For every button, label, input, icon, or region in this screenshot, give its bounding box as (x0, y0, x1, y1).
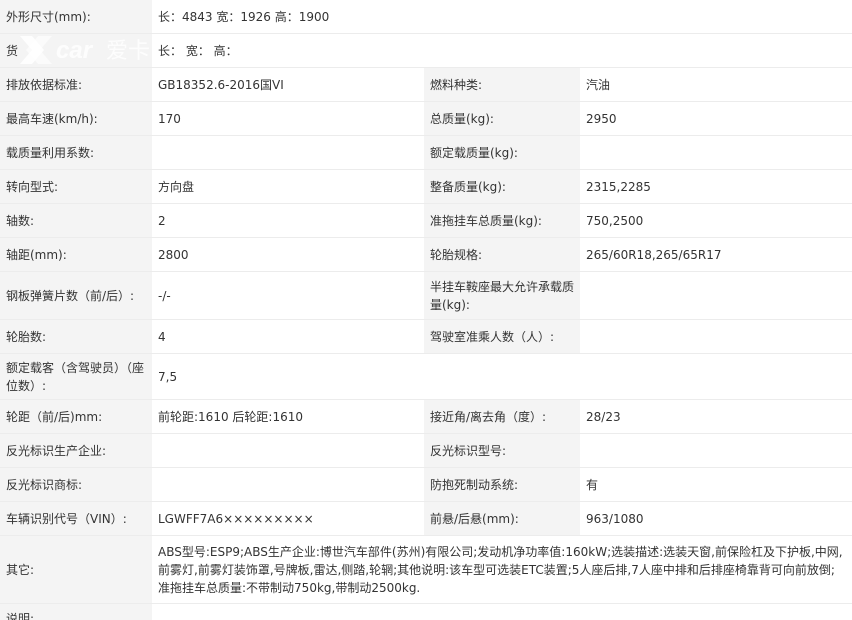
row-value: 2 (152, 204, 422, 237)
table-row: 说明: (0, 604, 852, 620)
row-value-right (580, 136, 852, 169)
table-row: 载质量利用系数: 额定载质量(kg): (0, 136, 852, 170)
row-value: 长： 宽： 高： (152, 34, 852, 67)
row-label-right: 反光标识型号: (424, 434, 580, 467)
row-label-right: 轮胎规格: (424, 238, 580, 271)
table-row: 轴距(mm): 2800 轮胎规格: 265/60R18,265/65R17 (0, 238, 852, 272)
row-label-right: 整备质量(kg): (424, 170, 580, 203)
row-value-right (580, 272, 852, 319)
table-row: 额定载客（含驾驶员）（座位数）: 7,5 (0, 354, 852, 400)
row-label: 转向型式: (0, 170, 152, 203)
row-label-right: 总质量(kg): (424, 102, 580, 135)
row-value-right: 963/1080 (580, 502, 852, 535)
row-label: 反光标识生产企业: (0, 434, 152, 467)
table-row: 车辆识别代号（VIN）: LGWFF7A6××××××××× 前悬/后悬(mm)… (0, 502, 852, 536)
row-value: 7,5 (152, 354, 852, 399)
row-value-right (580, 320, 852, 353)
table-row: 轮胎数: 4 驾驶室准乘人数（人）: (0, 320, 852, 354)
row-label: 轴距(mm): (0, 238, 152, 271)
table-row: 外形尺寸(mm): 长：4843 宽：1926 高：1900 (0, 0, 852, 34)
row-value (152, 468, 422, 501)
row-value (152, 136, 422, 169)
row-value: ABS型号:ESP9;ABS生产企业:博世汽车部件(苏州)有限公司;发动机净功率… (152, 536, 852, 603)
table-row: 反光标识商标: 防抱死制动系统: 有 (0, 468, 852, 502)
row-value (152, 434, 422, 467)
row-label: 额定载客（含驾驶员）（座位数）: (0, 354, 152, 399)
table-row: 轮距（前/后)mm: 前轮距:1610 后轮距:1610 接近角/离去角（度）:… (0, 400, 852, 434)
row-value-right: 汽油 (580, 68, 852, 101)
table-row: 最高车速(km/h): 170 总质量(kg): 2950 (0, 102, 852, 136)
row-label: 轮胎数: (0, 320, 152, 353)
table-row: 钢板弹簧片数（前/后）: -/- 半挂车鞍座最大允许承载质量(kg): (0, 272, 852, 320)
row-value-right: 2950 (580, 102, 852, 135)
row-label: 轮距（前/后)mm: (0, 400, 152, 433)
row-label: 钢板弹簧片数（前/后）: (0, 272, 152, 319)
row-label: 外形尺寸(mm): (0, 0, 152, 33)
row-value: -/- (152, 272, 422, 319)
svg-text:爱卡: 爱卡 (106, 39, 150, 64)
row-value-right (580, 434, 852, 467)
row-value-right: 2315,2285 (580, 170, 852, 203)
row-value: 2800 (152, 238, 422, 271)
row-value: 4 (152, 320, 422, 353)
spec-table: 外形尺寸(mm): 长：4843 宽：1926 高：1900 货 长： 宽： 高… (0, 0, 852, 620)
xcar-logo-icon: car 爱卡 (20, 36, 150, 64)
row-value: 长：4843 宽：1926 高：1900 (152, 0, 852, 33)
row-label-right: 防抱死制动系统: (424, 468, 580, 501)
row-label-right: 半挂车鞍座最大允许承载质量(kg): (424, 272, 580, 319)
row-value: GB18352.6-2016国VI (152, 68, 422, 101)
row-label: 轴数: (0, 204, 152, 237)
table-row: 反光标识生产企业: 反光标识型号: (0, 434, 852, 468)
row-label-right: 燃料种类: (424, 68, 580, 101)
table-row: 轴数: 2 准拖挂车总质量(kg): 750,2500 (0, 204, 852, 238)
row-label: 反光标识商标: (0, 468, 152, 501)
table-row: 其它: ABS型号:ESP9;ABS生产企业:博世汽车部件(苏州)有限公司;发动… (0, 536, 852, 604)
row-value: LGWFF7A6××××××××× (152, 502, 422, 535)
row-label-right: 驾驶室准乘人数（人）: (424, 320, 580, 353)
row-label: 最高车速(km/h): (0, 102, 152, 135)
row-value (152, 604, 852, 620)
row-value-right: 265/60R18,265/65R17 (580, 238, 852, 271)
table-row: 排放依据标准: GB18352.6-2016国VI 燃料种类: 汽油 (0, 68, 852, 102)
xcar-logo: car 爱卡 (18, 32, 158, 68)
row-label: 排放依据标准: (0, 68, 152, 101)
row-value-right: 750,2500 (580, 204, 852, 237)
row-label: 载质量利用系数: (0, 136, 152, 169)
row-label-right: 接近角/离去角（度）: (424, 400, 580, 433)
row-value: 方向盘 (152, 170, 422, 203)
row-label: 说明: (0, 604, 152, 620)
table-row: 转向型式: 方向盘 整备质量(kg): 2315,2285 (0, 170, 852, 204)
row-label-right: 前悬/后悬(mm): (424, 502, 580, 535)
row-label-right: 准拖挂车总质量(kg): (424, 204, 580, 237)
row-label-right: 额定载质量(kg): (424, 136, 580, 169)
row-label: 其它: (0, 536, 152, 603)
svg-text:car: car (56, 37, 94, 64)
row-value: 170 (152, 102, 422, 135)
row-value-right: 28/23 (580, 400, 852, 433)
row-value-right: 有 (580, 468, 852, 501)
row-label: 车辆识别代号（VIN）: (0, 502, 152, 535)
row-value: 前轮距:1610 后轮距:1610 (152, 400, 422, 433)
